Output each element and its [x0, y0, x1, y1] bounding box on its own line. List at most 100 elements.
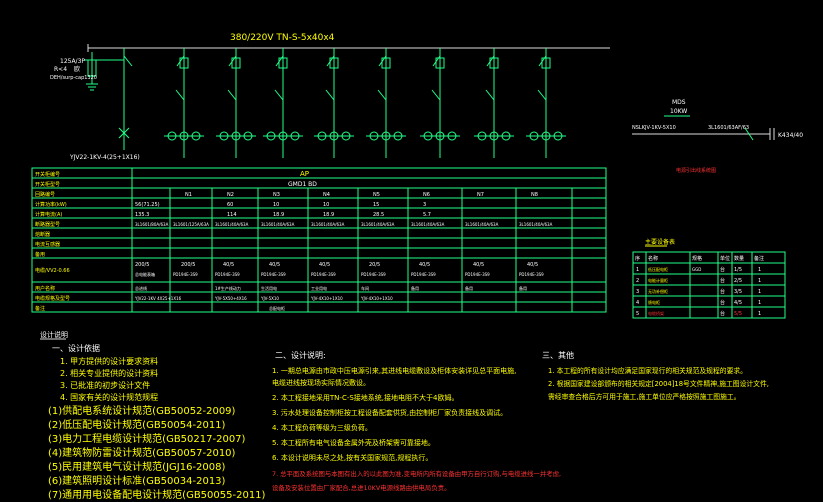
std-4: (4)建筑物防雷设计规范(GB50057-2010)	[48, 446, 236, 459]
s2-item-1b: 电缆进线按现场实际情况敷设。	[272, 378, 370, 387]
col-meter: PD194E-3S9	[411, 272, 436, 277]
notes-heading: 设计说明	[40, 330, 68, 339]
col-user: 备用	[465, 285, 473, 291]
feeder-8	[526, 48, 566, 158]
equip-header: 序	[635, 255, 640, 262]
col-power: 60	[227, 202, 233, 208]
col-current: 28.5	[373, 212, 384, 218]
s2-item-5: 5. 本工程所有电气设备金属外壳及桥架需可靠接地。	[272, 438, 435, 447]
feeder-5	[366, 48, 406, 158]
row-label: 计算电流(A)	[35, 211, 62, 218]
col-power: 10	[323, 202, 329, 208]
equip-unit: 台	[720, 288, 725, 295]
incoming-r-unit: 欧	[74, 65, 80, 73]
equip-unit: 台	[720, 266, 725, 273]
right-breaker: 3L1601/63AF/63	[708, 125, 749, 131]
feeder-1	[164, 48, 204, 158]
equip-spec: GGD	[692, 267, 701, 272]
s2-item-1: 1. 一期总电源由市政中压电源引来,其进线电缆敷设及柜体安装详见总平面电施,	[272, 366, 516, 375]
col-power: 15	[373, 202, 379, 208]
equip-no: 1	[636, 267, 639, 273]
s1-item-2: 2. 相关专业提供的设计资料	[60, 368, 158, 378]
col-head: N5	[373, 192, 380, 198]
lead-ct: 200/5	[135, 262, 149, 268]
col-ct: 20/5	[369, 262, 380, 268]
panel-type: GMD1 BD	[288, 181, 317, 188]
equip-note: 1	[758, 311, 761, 317]
equip-qty: 1/5	[734, 267, 742, 273]
row-label: 电缆/VV2-0.66	[35, 267, 70, 274]
col-breaker: 3L1601/40A/63A	[519, 222, 553, 227]
bus-label: 380/220V TN-S-5x40x4	[230, 33, 335, 43]
lead-current: 135.3	[135, 212, 149, 218]
equip-qty: 2/5	[734, 278, 742, 284]
row-label: 备注	[35, 305, 45, 312]
col-head: N6	[423, 192, 430, 198]
equip-unit: 台	[720, 277, 725, 284]
lead-meter: 总电能表箱	[135, 271, 155, 277]
section2-title: 二、设计说明:	[275, 350, 326, 360]
right-block: MDS 10KW NSLKJV-1KV-5X10 3L1601/63AF/63 …	[632, 99, 803, 174]
col-user: 车间	[361, 285, 369, 291]
col-user: 生活用电	[261, 285, 277, 291]
lead-power: 56(71.25)	[135, 202, 160, 208]
col-breaker: 3L1601/40A/63A	[311, 222, 345, 227]
equip-qty: 5/5	[734, 311, 742, 317]
std-5: (5)民用建筑电气设计规范(JGJ16-2008)	[48, 460, 225, 473]
col-meter: PD194E-3S9	[519, 272, 544, 277]
col-ct: 200/5	[181, 262, 195, 268]
s2-item-3: 3. 污水处理设备控制柜按工程设备配套供货,由控制柜厂家负责接线及调试。	[272, 408, 507, 417]
std-7: (7)通用用电设备配电设计规范(GB50055-2011)	[48, 488, 266, 501]
std-2: (2)低压配电设计规范(GB50054-2011)	[48, 418, 226, 431]
incoming-cb: 125A/3P	[60, 58, 85, 65]
col-current: 18.9	[273, 212, 284, 218]
equip-note: 1	[758, 267, 761, 273]
right-top2: 10KW	[670, 108, 687, 115]
row-label: 备用	[35, 251, 45, 258]
col-current: 114	[227, 212, 237, 218]
design-notes: 设计说明 一、设计依据 1. 甲方提供的设计要求资料 2. 相关专业提供的设计资…	[40, 330, 769, 501]
row-label: 用户名称	[35, 285, 55, 292]
incoming-cable: YJV22-1KV-4(25+1X16)	[69, 154, 140, 161]
s2-red-1: 7. 总平面及系统图与本图有出入的以此图为准,变电所内所有设备由甲方自行订购,与…	[272, 469, 561, 478]
col-ct: 40/5	[223, 262, 234, 268]
col-power: 10	[273, 202, 279, 208]
equip-qty: 4/5	[734, 300, 742, 306]
s2-red-2: 设备及安装位置由厂家配合,总进10KV电源线路由供电局负责。	[272, 483, 451, 492]
col-head: N7	[477, 192, 484, 198]
feeder-6	[420, 48, 460, 158]
row-label: 计算功率(kW)	[35, 201, 67, 208]
row-label: 回路编号	[35, 191, 55, 198]
feeder-4	[314, 48, 354, 158]
col-meter: PD194E-3S9	[311, 272, 336, 277]
equip-no: 3	[636, 289, 639, 295]
right-cable: NSLKJV-1KV-5X10	[632, 125, 676, 131]
col-current: 5.7	[423, 212, 431, 218]
col-ct: 40/5	[473, 262, 484, 268]
col-cable: YJV-4X10+1X10	[310, 296, 343, 301]
col-ct: 40/5	[527, 262, 538, 268]
equip-title: 主要设备表	[645, 238, 675, 246]
col-ct: 40/5	[269, 262, 280, 268]
s2-item-4: 4. 本工程负荷等级为三级负荷。	[272, 423, 372, 432]
s3-item-2: 2. 根据国家建设部颁布的相关规定[2004]18号文件精神,施工图设计文件,	[548, 379, 769, 388]
col-head: N2	[227, 192, 234, 198]
equip-no: 5	[636, 311, 639, 317]
col-breaker: 3L1601/40A/63A	[361, 222, 395, 227]
row-label: 断路器型号	[35, 221, 60, 228]
row-label: 电流互感器	[35, 241, 60, 248]
equip-name: 馈电柜	[648, 299, 660, 305]
col-meter: PD194E-3S9	[261, 272, 286, 277]
lead-user: 总进线	[135, 285, 147, 291]
std-3: (3)电力工程电缆设计规范(GB50217-2007)	[48, 432, 246, 445]
equip-name: 低压配电柜	[648, 266, 668, 272]
row-label: 电缆规格及型号	[35, 295, 70, 302]
col-breaker: 3L1601/40A/63A	[261, 222, 295, 227]
equip-note: 1	[758, 278, 761, 284]
col-ct: 40/5	[419, 262, 430, 268]
equip-no: 4	[636, 300, 639, 306]
col-user: 1#生产线动力	[215, 285, 241, 291]
col-current: 18.9	[323, 212, 334, 218]
std-6: (6)建筑照明设计标准(GB50034-2013)	[48, 474, 226, 487]
col-breaker: 3L1601/40A/63A	[215, 222, 249, 227]
